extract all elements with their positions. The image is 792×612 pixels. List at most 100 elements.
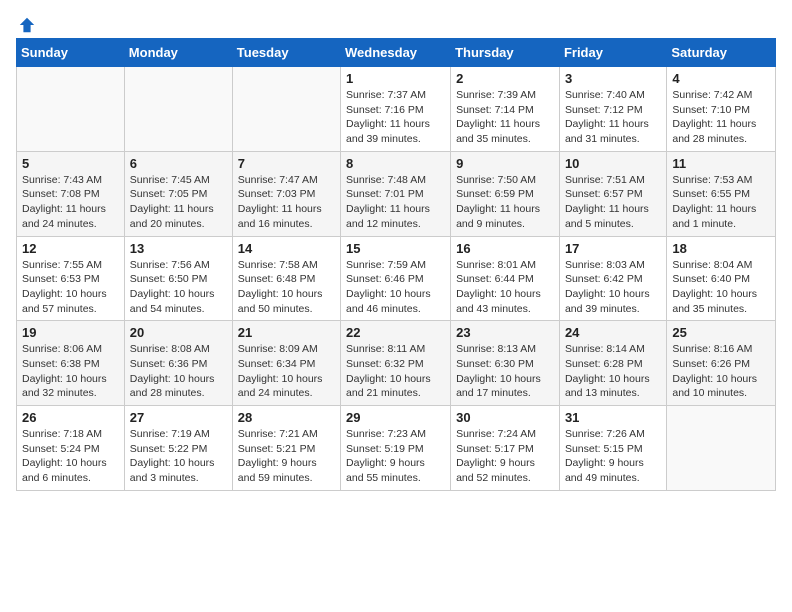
day-info: Sunrise: 8:04 AM Sunset: 6:40 PM Dayligh… (672, 258, 770, 317)
day-info: Sunrise: 8:11 AM Sunset: 6:32 PM Dayligh… (346, 342, 445, 401)
day-info: Sunrise: 7:56 AM Sunset: 6:50 PM Dayligh… (130, 258, 227, 317)
day-info: Sunrise: 8:03 AM Sunset: 6:42 PM Dayligh… (565, 258, 661, 317)
calendar-day-cell: 5 Sunrise: 7:43 AM Sunset: 7:08 PM Daylig… (17, 151, 125, 236)
day-number: 11 (672, 156, 770, 171)
calendar-day-cell: 2 Sunrise: 7:39 AM Sunset: 7:14 PM Daylig… (451, 67, 560, 152)
weekday-header: Thursday (451, 39, 560, 67)
logo-icon (18, 16, 36, 34)
calendar-day-cell: 24Sunrise: 8:14 AM Sunset: 6:28 PM Dayli… (559, 321, 666, 406)
day-number: 17 (565, 241, 661, 256)
weekday-header-row: SundayMondayTuesdayWednesdayThursdayFrid… (17, 39, 776, 67)
calendar-day-cell (124, 67, 232, 152)
calendar-week-row: 12 Sunrise: 7:55 AM Sunset: 6:53 PM Dayli… (17, 236, 776, 321)
day-number: 3 (565, 71, 661, 86)
page-header (16, 16, 776, 30)
day-number: 16 (456, 241, 554, 256)
day-info: Sunrise: 8:13 AM Sunset: 6:30 PM Dayligh… (456, 342, 554, 401)
day-number: 22 (346, 325, 445, 340)
calendar-week-row: 19 Sunrise: 8:06 AM Sunset: 6:38 PM Dayli… (17, 321, 776, 406)
day-info: Sunrise: 7:53 AM Sunset: 6:55 PM Dayligh… (672, 173, 770, 232)
day-info: Sunrise: 7:40 AM Sunset: 7:12 PM Dayligh… (565, 88, 661, 147)
day-info: Sunrise: 7:45 AM Sunset: 7:05 PM Dayligh… (130, 173, 227, 232)
weekday-header: Friday (559, 39, 666, 67)
calendar-day-cell: 12 Sunrise: 7:55 AM Sunset: 6:53 PM Dayli… (17, 236, 125, 321)
day-number: 7 (238, 156, 335, 171)
day-info: Sunrise: 8:16 AM Sunset: 6:26 PM Dayligh… (672, 342, 770, 401)
day-number: 30 (456, 410, 554, 425)
day-number: 23 (456, 325, 554, 340)
day-info: Sunrise: 8:06 AM Sunset: 6:38 PM Dayligh… (22, 342, 119, 401)
day-info: Sunrise: 7:24 AM Sunset: 5:17 PM Dayligh… (456, 427, 554, 486)
calendar-day-cell: 9 Sunrise: 7:50 AM Sunset: 6:59 PM Daylig… (451, 151, 560, 236)
day-info: Sunrise: 8:09 AM Sunset: 6:34 PM Dayligh… (238, 342, 335, 401)
calendar-day-cell: 29 Sunrise: 7:23 AM Sunset: 5:19 PM Dayli… (341, 406, 451, 491)
day-number: 29 (346, 410, 445, 425)
day-number: 31 (565, 410, 661, 425)
day-number: 4 (672, 71, 770, 86)
day-number: 5 (22, 156, 119, 171)
weekday-header: Sunday (17, 39, 125, 67)
day-info: Sunrise: 7:50 AM Sunset: 6:59 PM Dayligh… (456, 173, 554, 232)
day-info: Sunrise: 7:43 AM Sunset: 7:08 PM Dayligh… (22, 173, 119, 232)
calendar-day-cell: 30 Sunrise: 7:24 AM Sunset: 5:17 PM Dayli… (451, 406, 560, 491)
calendar-day-cell: 19 Sunrise: 8:06 AM Sunset: 6:38 PM Dayli… (17, 321, 125, 406)
calendar-table: SundayMondayTuesdayWednesdayThursdayFrid… (16, 38, 776, 491)
calendar-day-cell (667, 406, 776, 491)
calendar-day-cell: 20 Sunrise: 8:08 AM Sunset: 6:36 PM Dayli… (124, 321, 232, 406)
weekday-header: Monday (124, 39, 232, 67)
calendar-day-cell: 26 Sunrise: 7:18 AM Sunset: 5:24 PM Dayli… (17, 406, 125, 491)
day-info: Sunrise: 7:39 AM Sunset: 7:14 PM Dayligh… (456, 88, 554, 147)
day-number: 10 (565, 156, 661, 171)
calendar-day-cell: 21Sunrise: 8:09 AM Sunset: 6:34 PM Dayli… (232, 321, 340, 406)
day-info: Sunrise: 7:42 AM Sunset: 7:10 PM Dayligh… (672, 88, 770, 147)
day-info: Sunrise: 7:48 AM Sunset: 7:01 PM Dayligh… (346, 173, 445, 232)
day-info: Sunrise: 7:58 AM Sunset: 6:48 PM Dayligh… (238, 258, 335, 317)
calendar-day-cell (232, 67, 340, 152)
calendar-day-cell: 14 Sunrise: 7:58 AM Sunset: 6:48 PM Dayli… (232, 236, 340, 321)
day-info: Sunrise: 7:55 AM Sunset: 6:53 PM Dayligh… (22, 258, 119, 317)
day-info: Sunrise: 7:37 AM Sunset: 7:16 PM Dayligh… (346, 88, 445, 147)
day-number: 15 (346, 241, 445, 256)
calendar-week-row: 1 Sunrise: 7:37 AM Sunset: 7:16 PM Daylig… (17, 67, 776, 152)
calendar-day-cell (17, 67, 125, 152)
day-number: 20 (130, 325, 227, 340)
day-number: 28 (238, 410, 335, 425)
day-number: 24 (565, 325, 661, 340)
day-number: 14 (238, 241, 335, 256)
day-number: 26 (22, 410, 119, 425)
logo (16, 16, 36, 30)
day-number: 12 (22, 241, 119, 256)
day-info: Sunrise: 7:51 AM Sunset: 6:57 PM Dayligh… (565, 173, 661, 232)
calendar-week-row: 5 Sunrise: 7:43 AM Sunset: 7:08 PM Daylig… (17, 151, 776, 236)
day-info: Sunrise: 8:08 AM Sunset: 6:36 PM Dayligh… (130, 342, 227, 401)
weekday-header: Saturday (667, 39, 776, 67)
calendar-day-cell: 15 Sunrise: 7:59 AM Sunset: 6:46 PM Dayli… (341, 236, 451, 321)
day-info: Sunrise: 7:23 AM Sunset: 5:19 PM Dayligh… (346, 427, 445, 486)
day-number: 9 (456, 156, 554, 171)
day-info: Sunrise: 7:21 AM Sunset: 5:21 PM Dayligh… (238, 427, 335, 486)
day-info: Sunrise: 7:59 AM Sunset: 6:46 PM Dayligh… (346, 258, 445, 317)
calendar-day-cell: 28 Sunrise: 7:21 AM Sunset: 5:21 PM Dayli… (232, 406, 340, 491)
day-number: 2 (456, 71, 554, 86)
day-number: 6 (130, 156, 227, 171)
calendar-day-cell: 25 Sunrise: 8:16 AM Sunset: 6:26 PM Dayli… (667, 321, 776, 406)
weekday-header: Tuesday (232, 39, 340, 67)
calendar-day-cell: 31Sunrise: 7:26 AM Sunset: 5:15 PM Dayli… (559, 406, 666, 491)
calendar-day-cell: 16 Sunrise: 8:01 AM Sunset: 6:44 PM Dayli… (451, 236, 560, 321)
calendar-day-cell: 17 Sunrise: 8:03 AM Sunset: 6:42 PM Dayli… (559, 236, 666, 321)
calendar-day-cell: 6 Sunrise: 7:45 AM Sunset: 7:05 PM Daylig… (124, 151, 232, 236)
calendar-day-cell: 23 Sunrise: 8:13 AM Sunset: 6:30 PM Dayli… (451, 321, 560, 406)
day-number: 13 (130, 241, 227, 256)
day-number: 1 (346, 71, 445, 86)
day-number: 8 (346, 156, 445, 171)
calendar-day-cell: 10 Sunrise: 7:51 AM Sunset: 6:57 PM Dayli… (559, 151, 666, 236)
day-info: Sunrise: 7:18 AM Sunset: 5:24 PM Dayligh… (22, 427, 119, 486)
day-number: 27 (130, 410, 227, 425)
day-info: Sunrise: 7:19 AM Sunset: 5:22 PM Dayligh… (130, 427, 227, 486)
calendar-day-cell: 1 Sunrise: 7:37 AM Sunset: 7:16 PM Daylig… (341, 67, 451, 152)
day-number: 25 (672, 325, 770, 340)
day-info: Sunrise: 8:01 AM Sunset: 6:44 PM Dayligh… (456, 258, 554, 317)
calendar-day-cell: 8 Sunrise: 7:48 AM Sunset: 7:01 PM Daylig… (341, 151, 451, 236)
calendar-day-cell: 4 Sunrise: 7:42 AM Sunset: 7:10 PM Daylig… (667, 67, 776, 152)
day-number: 19 (22, 325, 119, 340)
